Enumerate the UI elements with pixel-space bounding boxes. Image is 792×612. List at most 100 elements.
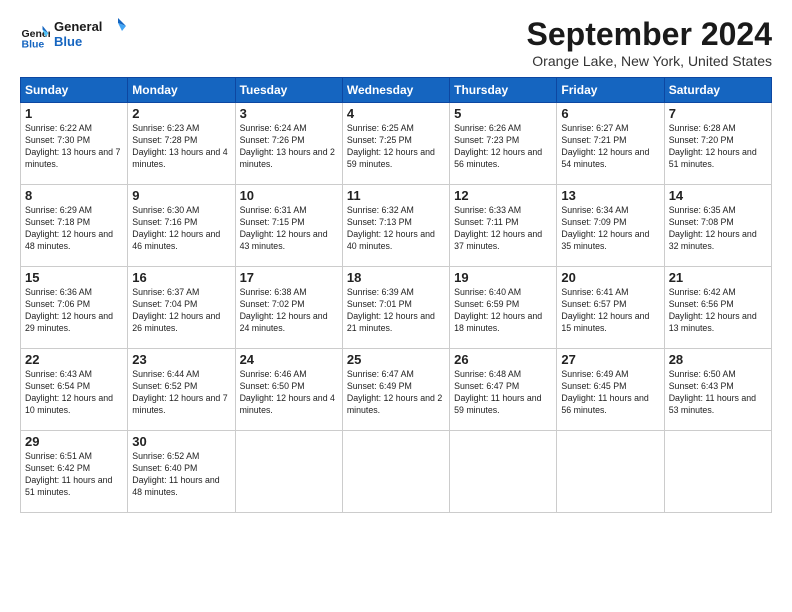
week-row-4: 29 Sunrise: 6:51 AM Sunset: 6:42 PM Dayl… [21, 431, 772, 513]
day-number: 5 [454, 106, 552, 121]
calendar-cell: 26 Sunrise: 6:48 AM Sunset: 6:47 PM Dayl… [450, 349, 557, 431]
day-info: Sunrise: 6:23 AM Sunset: 7:28 PM Dayligh… [132, 123, 230, 171]
calendar-cell [235, 431, 342, 513]
day-info: Sunrise: 6:31 AM Sunset: 7:15 PM Dayligh… [240, 205, 338, 253]
week-row-0: 1 Sunrise: 6:22 AM Sunset: 7:30 PM Dayli… [21, 103, 772, 185]
day-number: 21 [669, 270, 767, 285]
day-info: Sunrise: 6:25 AM Sunset: 7:25 PM Dayligh… [347, 123, 445, 171]
calendar-cell: 25 Sunrise: 6:47 AM Sunset: 6:49 PM Dayl… [342, 349, 449, 431]
week-row-3: 22 Sunrise: 6:43 AM Sunset: 6:54 PM Dayl… [21, 349, 772, 431]
calendar-cell: 1 Sunrise: 6:22 AM Sunset: 7:30 PM Dayli… [21, 103, 128, 185]
week-row-2: 15 Sunrise: 6:36 AM Sunset: 7:06 PM Dayl… [21, 267, 772, 349]
col-wednesday: Wednesday [342, 78, 449, 103]
day-number: 13 [561, 188, 659, 203]
logo-icon: General Blue [20, 22, 50, 52]
calendar-cell: 4 Sunrise: 6:25 AM Sunset: 7:25 PM Dayli… [342, 103, 449, 185]
day-number: 9 [132, 188, 230, 203]
day-number: 20 [561, 270, 659, 285]
title-block: September 2024 Orange Lake, New York, Un… [527, 16, 772, 69]
day-info: Sunrise: 6:44 AM Sunset: 6:52 PM Dayligh… [132, 369, 230, 417]
day-number: 19 [454, 270, 552, 285]
logo: General Blue General Blue [20, 16, 126, 57]
calendar-cell: 9 Sunrise: 6:30 AM Sunset: 7:16 PM Dayli… [128, 185, 235, 267]
calendar-cell: 20 Sunrise: 6:41 AM Sunset: 6:57 PM Dayl… [557, 267, 664, 349]
calendar-cell: 10 Sunrise: 6:31 AM Sunset: 7:15 PM Dayl… [235, 185, 342, 267]
calendar-cell: 6 Sunrise: 6:27 AM Sunset: 7:21 PM Dayli… [557, 103, 664, 185]
day-info: Sunrise: 6:24 AM Sunset: 7:26 PM Dayligh… [240, 123, 338, 171]
day-info: Sunrise: 6:38 AM Sunset: 7:02 PM Dayligh… [240, 287, 338, 335]
day-number: 23 [132, 352, 230, 367]
day-info: Sunrise: 6:41 AM Sunset: 6:57 PM Dayligh… [561, 287, 659, 335]
day-number: 12 [454, 188, 552, 203]
day-number: 28 [669, 352, 767, 367]
day-info: Sunrise: 6:39 AM Sunset: 7:01 PM Dayligh… [347, 287, 445, 335]
logo-svg: General Blue [54, 16, 126, 52]
calendar-cell: 12 Sunrise: 6:33 AM Sunset: 7:11 PM Dayl… [450, 185, 557, 267]
day-info: Sunrise: 6:37 AM Sunset: 7:04 PM Dayligh… [132, 287, 230, 335]
calendar-cell [664, 431, 771, 513]
calendar-cell: 27 Sunrise: 6:49 AM Sunset: 6:45 PM Dayl… [557, 349, 664, 431]
col-monday: Monday [128, 78, 235, 103]
day-info: Sunrise: 6:34 AM Sunset: 7:09 PM Dayligh… [561, 205, 659, 253]
calendar-cell [557, 431, 664, 513]
day-number: 4 [347, 106, 445, 121]
calendar-cell: 24 Sunrise: 6:46 AM Sunset: 6:50 PM Dayl… [235, 349, 342, 431]
day-info: Sunrise: 6:42 AM Sunset: 6:56 PM Dayligh… [669, 287, 767, 335]
day-number: 26 [454, 352, 552, 367]
day-info: Sunrise: 6:52 AM Sunset: 6:40 PM Dayligh… [132, 451, 230, 499]
calendar-cell: 29 Sunrise: 6:51 AM Sunset: 6:42 PM Dayl… [21, 431, 128, 513]
calendar-cell: 17 Sunrise: 6:38 AM Sunset: 7:02 PM Dayl… [235, 267, 342, 349]
calendar-cell: 21 Sunrise: 6:42 AM Sunset: 6:56 PM Dayl… [664, 267, 771, 349]
day-number: 15 [25, 270, 123, 285]
calendar-cell: 30 Sunrise: 6:52 AM Sunset: 6:40 PM Dayl… [128, 431, 235, 513]
calendar-cell: 3 Sunrise: 6:24 AM Sunset: 7:26 PM Dayli… [235, 103, 342, 185]
day-number: 18 [347, 270, 445, 285]
day-number: 27 [561, 352, 659, 367]
col-sunday: Sunday [21, 78, 128, 103]
col-friday: Friday [557, 78, 664, 103]
calendar-cell: 7 Sunrise: 6:28 AM Sunset: 7:20 PM Dayli… [664, 103, 771, 185]
day-info: Sunrise: 6:47 AM Sunset: 6:49 PM Dayligh… [347, 369, 445, 417]
day-info: Sunrise: 6:27 AM Sunset: 7:21 PM Dayligh… [561, 123, 659, 171]
day-number: 22 [25, 352, 123, 367]
calendar-cell: 2 Sunrise: 6:23 AM Sunset: 7:28 PM Dayli… [128, 103, 235, 185]
day-number: 1 [25, 106, 123, 121]
day-info: Sunrise: 6:29 AM Sunset: 7:18 PM Dayligh… [25, 205, 123, 253]
day-info: Sunrise: 6:43 AM Sunset: 6:54 PM Dayligh… [25, 369, 123, 417]
day-number: 2 [132, 106, 230, 121]
calendar-cell [450, 431, 557, 513]
col-tuesday: Tuesday [235, 78, 342, 103]
svg-text:Blue: Blue [22, 38, 45, 50]
header-row: Sunday Monday Tuesday Wednesday Thursday… [21, 78, 772, 103]
day-number: 17 [240, 270, 338, 285]
day-info: Sunrise: 6:30 AM Sunset: 7:16 PM Dayligh… [132, 205, 230, 253]
day-number: 11 [347, 188, 445, 203]
day-info: Sunrise: 6:28 AM Sunset: 7:20 PM Dayligh… [669, 123, 767, 171]
calendar-cell: 28 Sunrise: 6:50 AM Sunset: 6:43 PM Dayl… [664, 349, 771, 431]
calendar-cell: 22 Sunrise: 6:43 AM Sunset: 6:54 PM Dayl… [21, 349, 128, 431]
calendar-cell: 13 Sunrise: 6:34 AM Sunset: 7:09 PM Dayl… [557, 185, 664, 267]
calendar-cell: 23 Sunrise: 6:44 AM Sunset: 6:52 PM Dayl… [128, 349, 235, 431]
day-number: 7 [669, 106, 767, 121]
header: General Blue General Blue September 2024… [20, 16, 772, 69]
col-thursday: Thursday [450, 78, 557, 103]
calendar-cell: 8 Sunrise: 6:29 AM Sunset: 7:18 PM Dayli… [21, 185, 128, 267]
day-number: 3 [240, 106, 338, 121]
week-row-1: 8 Sunrise: 6:29 AM Sunset: 7:18 PM Dayli… [21, 185, 772, 267]
calendar: Sunday Monday Tuesday Wednesday Thursday… [20, 77, 772, 513]
day-number: 25 [347, 352, 445, 367]
day-number: 29 [25, 434, 123, 449]
day-info: Sunrise: 6:51 AM Sunset: 6:42 PM Dayligh… [25, 451, 123, 499]
day-info: Sunrise: 6:35 AM Sunset: 7:08 PM Dayligh… [669, 205, 767, 253]
location: Orange Lake, New York, United States [527, 53, 772, 69]
day-info: Sunrise: 6:50 AM Sunset: 6:43 PM Dayligh… [669, 369, 767, 417]
day-info: Sunrise: 6:48 AM Sunset: 6:47 PM Dayligh… [454, 369, 552, 417]
col-saturday: Saturday [664, 78, 771, 103]
calendar-cell: 15 Sunrise: 6:36 AM Sunset: 7:06 PM Dayl… [21, 267, 128, 349]
day-info: Sunrise: 6:36 AM Sunset: 7:06 PM Dayligh… [25, 287, 123, 335]
day-info: Sunrise: 6:49 AM Sunset: 6:45 PM Dayligh… [561, 369, 659, 417]
day-number: 10 [240, 188, 338, 203]
day-info: Sunrise: 6:22 AM Sunset: 7:30 PM Dayligh… [25, 123, 123, 171]
day-number: 16 [132, 270, 230, 285]
day-info: Sunrise: 6:32 AM Sunset: 7:13 PM Dayligh… [347, 205, 445, 253]
